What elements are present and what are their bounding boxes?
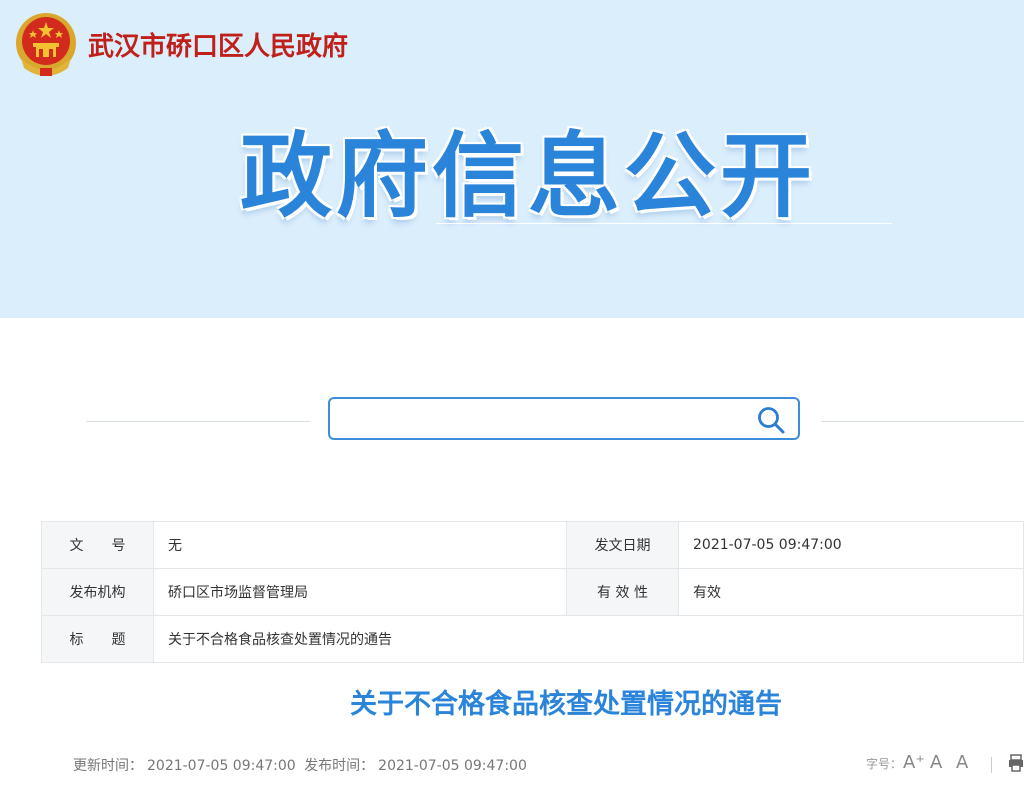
search-input[interactable] — [338, 405, 742, 435]
banner-title: 政府信息公开 — [240, 123, 817, 230]
updated-value: 2021-07-05 09:47:00 — [147, 758, 296, 774]
label-publisher: 发布机构 — [41, 568, 154, 616]
table-row: 文 号 无 发文日期 2021-07-05 09:47:00 — [41, 521, 1024, 569]
banner-underline — [436, 223, 892, 224]
table-row: 发布机构 硚口区市场监督管理局 有 效 性 有效 — [41, 568, 1024, 616]
divider-left — [86, 421, 310, 422]
label-doc-number: 文 号 — [41, 521, 154, 569]
font-controls-divider — [991, 757, 992, 773]
document-metadata-table: 文 号 无 发文日期 2021-07-05 09:47:00 发布机构 硚口区市… — [41, 521, 1024, 663]
value-doc-number: 无 — [153, 521, 567, 569]
value-title: 关于不合格食品核查处置情况的通告 — [153, 615, 1024, 663]
label-issue-date: 发文日期 — [566, 521, 679, 569]
print-icon[interactable] — [1008, 754, 1024, 772]
value-issue-date: 2021-07-05 09:47:00 — [678, 521, 1024, 569]
value-publisher: 硚口区市场监督管理局 — [153, 568, 567, 616]
search-box — [328, 397, 800, 440]
table-row: 标 题 关于不合格食品核查处置情况的通告 — [41, 615, 1024, 663]
label-title: 标 题 — [41, 615, 154, 663]
font-size-label: 字号： — [866, 757, 903, 771]
divider-right — [821, 421, 1024, 422]
updated-label: 更新时间： — [73, 758, 143, 774]
label-validity: 有 效 性 — [566, 568, 679, 616]
value-validity: 有效 — [678, 568, 1024, 616]
published-label: 发布时间： — [304, 758, 375, 774]
published-value: 2021-07-05 09:47:00 — [378, 758, 527, 774]
search-icon[interactable] — [756, 405, 786, 435]
font-larger-button[interactable]: A⁺ — [903, 752, 925, 773]
font-smaller-button[interactable]: A — [956, 752, 968, 773]
article-title: 关于不合格食品核查处置情况的通告 — [350, 689, 782, 720]
font-normal-button[interactable]: A — [930, 752, 942, 773]
national-emblem-icon — [16, 13, 76, 76]
government-name[interactable]: 武汉市硚口区人民政府 — [88, 26, 348, 63]
article-times: 更新时间： 2021-07-05 09:47:00 发布时间： 2021-07-05… — [73, 755, 531, 775]
